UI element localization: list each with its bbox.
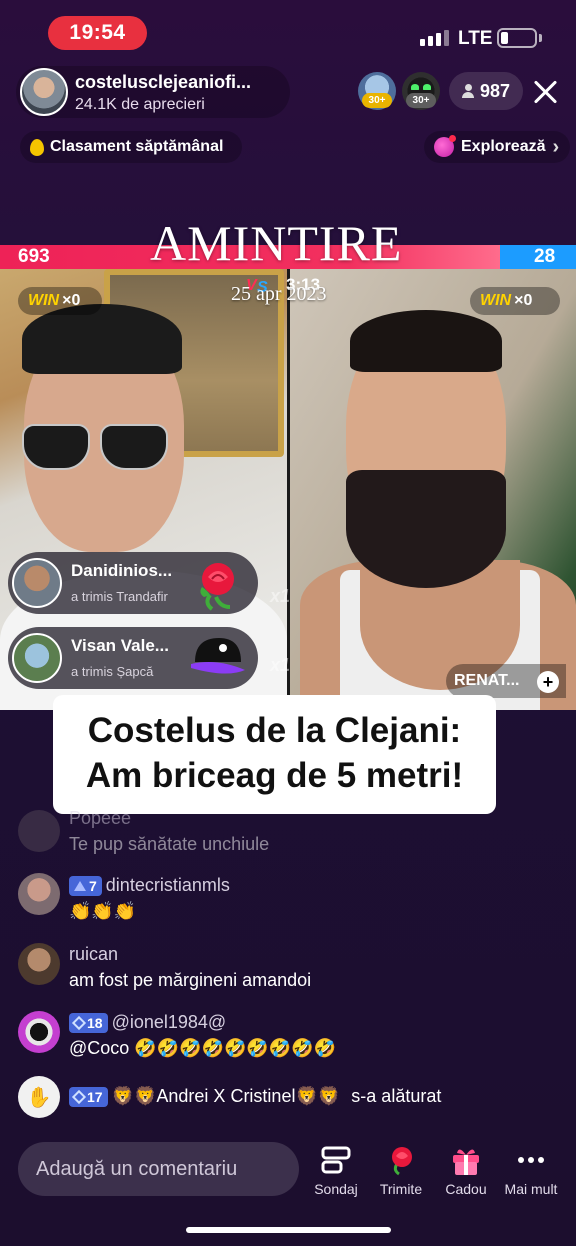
sunglasses: [22, 424, 172, 470]
gift-label: Cadou: [445, 1181, 487, 1197]
chat-message: 👏👏👏: [69, 901, 137, 921]
gift-count: x1: [270, 655, 291, 675]
level-value: 17: [87, 1089, 103, 1106]
level-icon: [74, 881, 86, 892]
more-dots-icon: [518, 1157, 544, 1163]
network-label: LTE: [458, 28, 493, 49]
level-value: 18: [87, 1015, 103, 1032]
gift-action: a trimis Șapcă: [71, 664, 154, 679]
level-badge: 7: [69, 876, 102, 897]
signal-icon: [420, 30, 449, 46]
level-icon: [71, 1016, 87, 1031]
chat-avatar[interactable]: [18, 943, 60, 985]
chat-avatar[interactable]: [18, 873, 60, 915]
viewer-badge-2: 30+: [406, 93, 436, 108]
join-username[interactable]: 🦁🦁Andrei X Cristinel🦁🦁: [112, 1086, 341, 1106]
chat-message: Te pup sănătate unchiule: [69, 834, 270, 854]
viewer-badge-1: 30+: [362, 93, 392, 108]
follow-plus-button[interactable]: +: [537, 671, 559, 693]
level-badge: 17: [69, 1087, 108, 1108]
host-avatar[interactable]: [20, 68, 68, 116]
more-button[interactable]: Mai mult: [497, 1143, 565, 1197]
close-icon[interactable]: [532, 78, 560, 106]
panel-divider: [287, 269, 290, 695]
wave-icon: ✋: [18, 1076, 60, 1118]
more-label: Mai mult: [504, 1181, 558, 1197]
weekly-ranking-button[interactable]: Clasament săptămânal: [20, 131, 242, 163]
gift-sender-avatar[interactable]: [12, 558, 62, 608]
caption-line-1: Costelus de la Clejani:: [87, 711, 462, 750]
gift-count: x1: [270, 586, 291, 606]
chat-username[interactable]: ruican: [69, 944, 118, 965]
win-counter-left: WIN ×0: [18, 287, 102, 315]
level-icon: [71, 1090, 87, 1105]
host-likes: 24.1K de aprecieri: [75, 96, 205, 113]
gift-action: a trimis Trandafir: [71, 589, 168, 604]
win-count-left: ×0: [62, 292, 81, 309]
rose-icon: [200, 563, 234, 611]
level-badge: 18: [69, 1013, 108, 1034]
explore-button[interactable]: Explorează ›: [424, 131, 570, 163]
join-notice: 17 🦁🦁Andrei X Cristinel🦁🦁 s-a alăturat: [69, 1086, 442, 1108]
rose-icon: [392, 1147, 412, 1176]
host-name[interactable]: costelusclejeaniofi...: [75, 72, 275, 93]
gift-sender-name: Visan Vale...: [71, 636, 169, 655]
battery-icon: [497, 28, 537, 48]
explore-label: Explorează: [461, 138, 546, 155]
chat-user-line: 18 @ionel1984@: [69, 1012, 227, 1034]
status-time: 19:54: [48, 16, 147, 50]
poll-button[interactable]: Sondaj: [302, 1143, 370, 1197]
chat-avatar[interactable]: [18, 810, 60, 852]
chat-username[interactable]: Popeee: [69, 808, 131, 829]
gift-sender-name: Danidinios...: [71, 561, 173, 580]
chat-username[interactable]: dintecristianmls: [106, 875, 230, 895]
chat-username[interactable]: @ionel1984@: [112, 1012, 227, 1032]
person-icon: [461, 84, 474, 98]
poll-icon: [321, 1146, 351, 1174]
right-person-hair: [350, 310, 502, 372]
watermark-title: AMINTIRE: [150, 215, 403, 271]
home-indicator[interactable]: [186, 1227, 391, 1233]
join-text: s-a alăturat: [351, 1086, 442, 1106]
chat-message: am fost pe mărgineni amandoi: [69, 970, 312, 990]
win-counter-right: WIN ×0: [470, 287, 560, 315]
watermark-date: 25 apr 2023: [231, 283, 327, 305]
explore-icon: [434, 135, 456, 157]
score-left: 693: [18, 246, 50, 267]
battery-tip: [539, 34, 542, 42]
gift-sender-avatar[interactable]: [12, 633, 62, 683]
drop-icon: [30, 138, 44, 156]
caption-line-2: Am briceag de 5 metri!: [85, 756, 464, 795]
send-label: Trimite: [379, 1181, 423, 1197]
gift-icon: [453, 1149, 479, 1175]
chevron-right-icon: ›: [552, 135, 560, 158]
level-value: 7: [89, 878, 97, 895]
right-person-beard: [346, 470, 506, 588]
win-count-right: ×0: [514, 292, 533, 309]
chat-message: @Coco 🤣🤣🤣🤣🤣🤣🤣🤣🤣: [69, 1038, 337, 1058]
comment-input[interactable]: Adaugă un comentariu: [18, 1142, 299, 1196]
gift-button[interactable]: Cadou: [432, 1143, 500, 1197]
caption-box: Costelus de la Clejani: Am briceag de 5 …: [53, 695, 496, 814]
viewer-count-button[interactable]: 987: [449, 72, 523, 110]
win-label-left: WIN: [28, 292, 60, 309]
chat-user-line: 7 dintecristianmls: [69, 875, 230, 897]
chat-avatar[interactable]: [18, 1011, 60, 1053]
viewer-count: 987: [479, 80, 511, 101]
cap-icon: [191, 638, 245, 674]
score-right: 28: [534, 246, 556, 267]
ranking-label: Clasament săptămânal: [50, 138, 224, 155]
send-rose-button[interactable]: Trimite: [367, 1143, 435, 1197]
win-label-right: WIN: [480, 292, 512, 309]
poll-label: Sondaj: [314, 1181, 358, 1197]
